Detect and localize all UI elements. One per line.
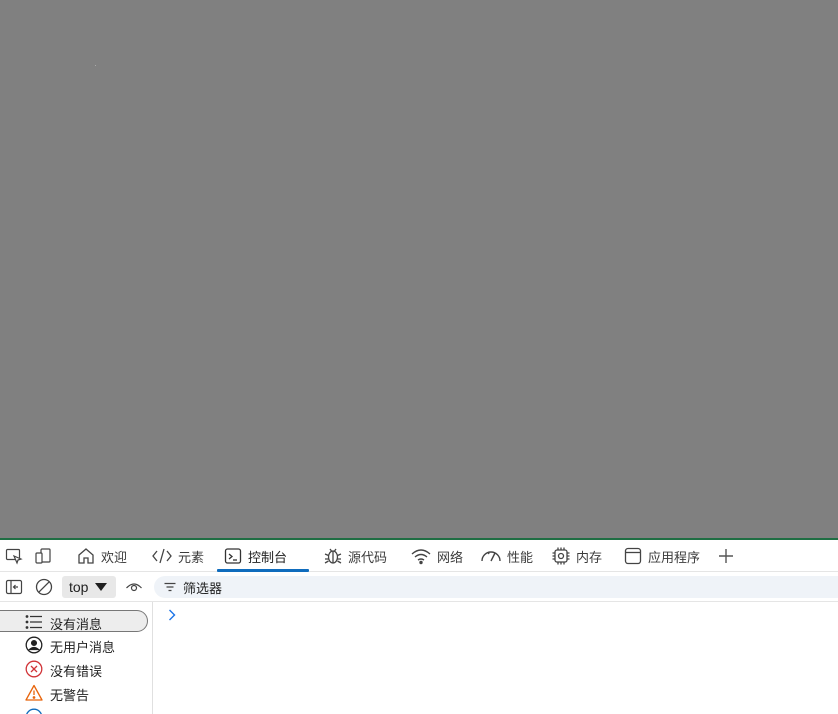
info-icon: [25, 708, 43, 714]
warning-icon: [25, 684, 43, 702]
tab-label: 源代码: [348, 549, 388, 565]
filter-input[interactable]: 筛选器: [154, 576, 838, 598]
tab-sources[interactable]: 源代码: [317, 540, 393, 572]
console-output[interactable]: [154, 602, 838, 714]
tab-label: 控制台: [248, 549, 288, 565]
sidebar-item-label: 无用户消息: [50, 640, 116, 655]
devtools-tab-bar: 欢迎 元素 控制台 源代码 网络 性能 内存 应用程序: [0, 540, 838, 572]
tab-welcome[interactable]: 欢迎: [70, 540, 133, 572]
sidebar-item-messages[interactable]: 没有消息: [0, 610, 148, 632]
tab-label: 应用程序: [648, 549, 701, 565]
console-icon: [224, 548, 242, 564]
show-sidebar-icon[interactable]: [5, 578, 23, 596]
error-icon: [25, 660, 43, 678]
tab-label: 欢迎: [101, 549, 128, 565]
clear-console-icon[interactable]: [35, 578, 53, 596]
add-tab-icon[interactable]: [717, 547, 735, 565]
inspect-element-icon[interactable]: [5, 547, 23, 565]
bug-icon: [324, 548, 342, 564]
tab-performance[interactable]: 性能: [474, 540, 539, 572]
list-icon: [25, 613, 43, 631]
viewport-speck: [95, 65, 96, 66]
tab-label: 性能: [507, 549, 534, 565]
page-viewport[interactable]: [0, 0, 838, 538]
console-toolbar: top 筛选器: [0, 572, 838, 602]
live-expression-icon[interactable]: [125, 578, 143, 596]
window-icon: [624, 547, 642, 565]
sidebar-item-user-messages[interactable]: 无用户消息: [0, 634, 148, 656]
code-icon: [152, 548, 172, 564]
tab-console[interactable]: 控制台: [217, 540, 309, 572]
user-icon: [25, 636, 43, 654]
sidebar-item-label: 没有消息: [50, 617, 103, 632]
tab-elements[interactable]: 元素: [145, 540, 210, 572]
filter-placeholder: 筛选器: [183, 580, 223, 596]
tab-label: 网络: [437, 549, 464, 565]
tab-label: 内存: [576, 549, 603, 565]
sidebar-item-info[interactable]: [0, 706, 148, 714]
context-value: top: [69, 579, 89, 595]
console-sidebar: 没有消息 无用户消息 没有错误 无警告: [0, 602, 153, 714]
sidebar-item-warnings[interactable]: 无警告: [0, 682, 148, 704]
sidebar-item-label: 没有错误: [50, 664, 103, 679]
devtools-panel: 欢迎 元素 控制台 源代码 网络 性能 内存 应用程序 top 筛选器 没有消息…: [0, 540, 838, 714]
tab-memory[interactable]: 内存: [545, 540, 608, 572]
wifi-icon: [411, 549, 431, 565]
sidebar-item-errors[interactable]: 没有错误: [0, 658, 148, 680]
home-icon: [78, 548, 94, 564]
gauge-icon: [481, 551, 501, 562]
tab-application[interactable]: 应用程序: [617, 540, 706, 572]
device-emulation-icon[interactable]: [34, 547, 52, 565]
console-prompt-chevron-icon: [167, 608, 177, 625]
tab-network[interactable]: 网络: [404, 540, 469, 572]
sidebar-item-label: 无警告: [50, 688, 90, 703]
caret-down-icon: [95, 583, 108, 591]
chip-icon: [552, 547, 570, 565]
filter-icon: [164, 582, 176, 592]
context-selector[interactable]: top: [62, 576, 116, 598]
tab-label: 元素: [178, 549, 205, 565]
